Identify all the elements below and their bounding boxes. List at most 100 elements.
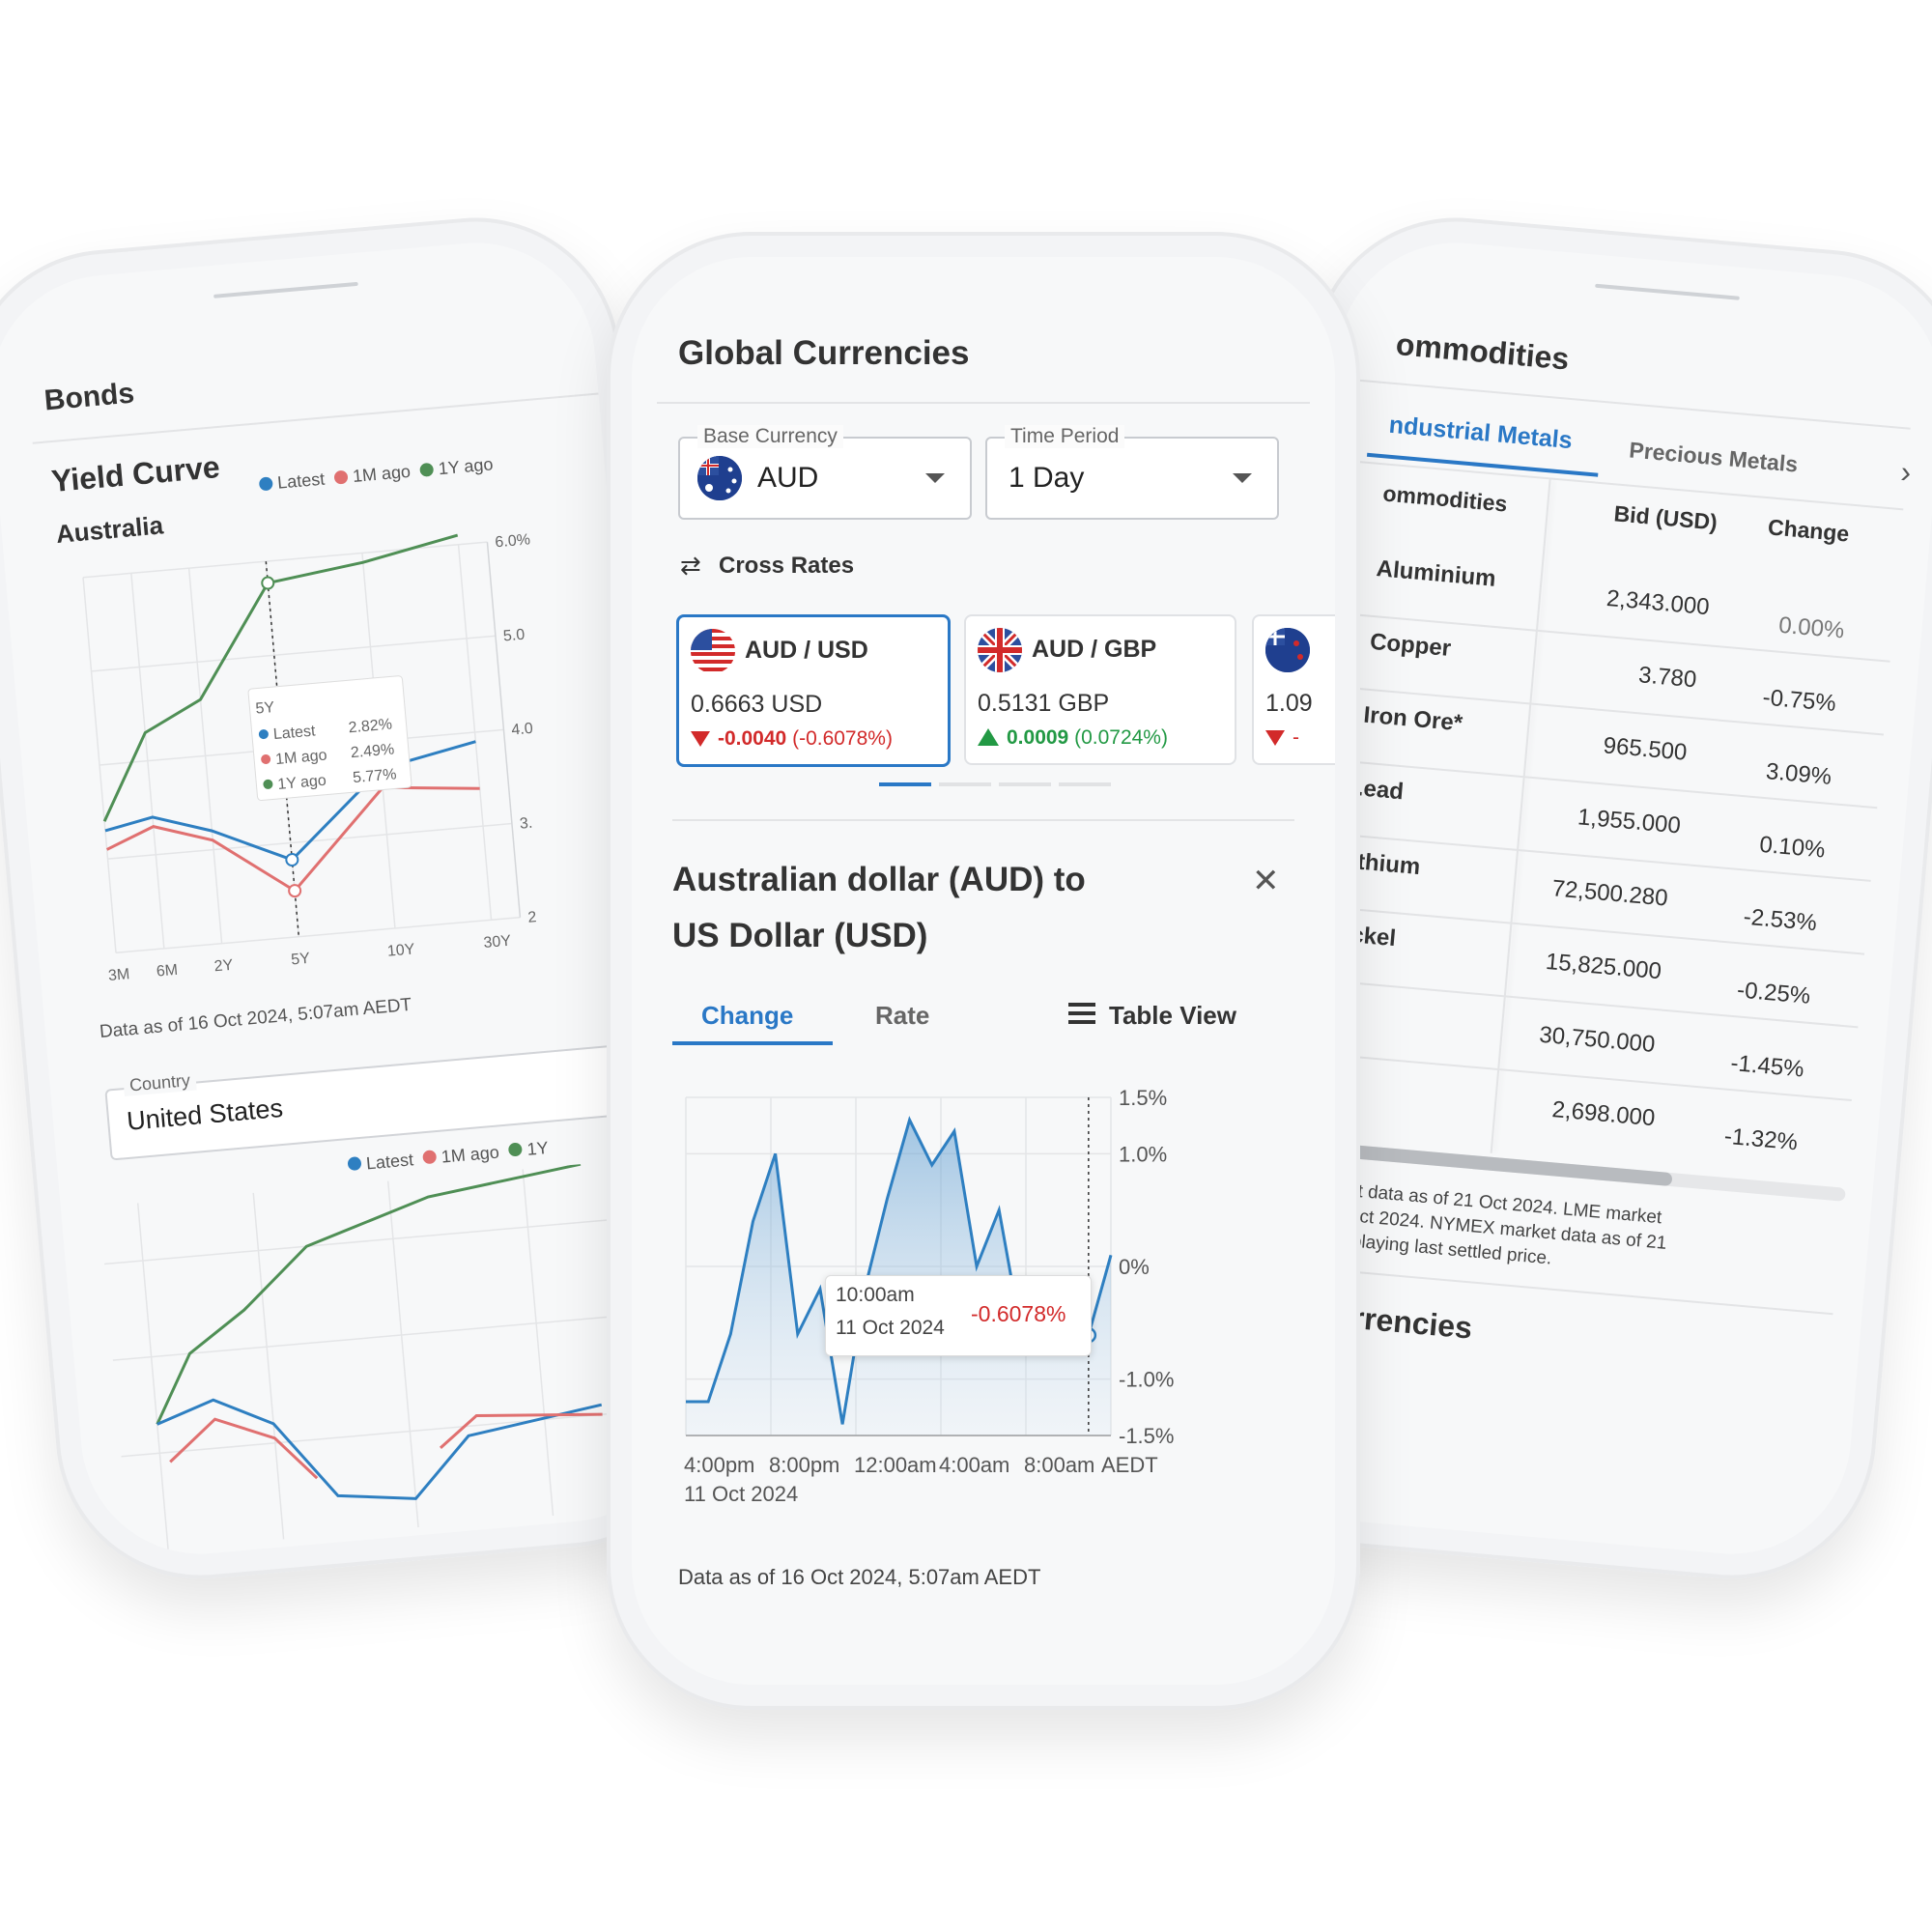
country-select[interactable]: Country United States xyxy=(104,1041,654,1161)
change-pct: (0.0724%) xyxy=(1074,726,1168,749)
col-bid: Bid (USD) xyxy=(1612,500,1719,535)
legend-1m: 1M ago xyxy=(352,461,412,486)
commodity-name[interactable]: Copper xyxy=(1369,629,1452,663)
y-tick-label: 0% xyxy=(1119,1255,1150,1279)
commodity-name[interactable]: .ead xyxy=(1356,775,1405,806)
tab-precious-metals[interactable]: Precious Metals xyxy=(1628,437,1799,477)
x-tick-label: 30Y xyxy=(483,933,512,952)
pair-label: AUD / USD xyxy=(745,637,868,664)
commodity-bid: 3.780 xyxy=(1637,662,1698,694)
pair-rate: 0.5131 GBP xyxy=(978,690,1110,717)
pager-dot-active[interactable] xyxy=(879,782,931,786)
scrollbar-thumb[interactable] xyxy=(1324,1142,1673,1187)
yield-curve-title: Yield Curve xyxy=(49,449,222,499)
commodity-bid: 15,825.000 xyxy=(1544,948,1662,985)
x-tick-label: 6M xyxy=(156,962,179,980)
us-latest-line xyxy=(156,1398,603,1500)
legend-latest: Latest xyxy=(276,469,327,493)
y-tick-label: -1.0% xyxy=(1119,1368,1174,1392)
series-point xyxy=(285,853,299,867)
base-currency-select[interactable]: Base Currency AUD xyxy=(678,425,972,520)
pager-dot[interactable] xyxy=(999,782,1051,786)
commodity-bid: 2,343.000 xyxy=(1605,585,1711,621)
bonds-title: Bonds xyxy=(43,377,136,417)
cross-rate-card[interactable]: AUD / USD 0.6663 USD -0.0040 (-0.6078%) xyxy=(676,614,951,767)
y-tick-label: 1.0% xyxy=(1119,1142,1167,1166)
tooltip-time: 10:00am xyxy=(836,1284,915,1306)
commodity-table: Aluminium 2,343.000 0.00% Copper 3.780 -… xyxy=(1275,233,1932,1155)
time-period-value: 1 Day xyxy=(1009,462,1085,494)
chevron-right-icon[interactable]: › xyxy=(1899,454,1913,491)
y-tick-label: 3. xyxy=(519,815,533,833)
bonds-screen: Bonds Yield Curve Australia Latest 1M ag… xyxy=(0,233,696,1564)
legend2-1y: 1Y xyxy=(526,1138,550,1159)
us-flag-icon xyxy=(691,629,735,673)
y-tick-label: 4.0 xyxy=(511,721,534,739)
close-icon[interactable]: ✕ xyxy=(1252,862,1280,900)
x-tick-label: 8:00am xyxy=(1024,1453,1094,1477)
pager-dot[interactable] xyxy=(1059,782,1111,786)
time-period-select[interactable]: Time Period 1 Day xyxy=(985,425,1279,520)
pair-rate: 1.09 xyxy=(1265,690,1313,717)
bond-tooltip: 5YLatest 2.82%1M ago 2.49%1Y ago 5.77% xyxy=(247,675,412,802)
up-arrow-icon xyxy=(978,728,999,746)
cross-rate-card[interactable]: 1.09 - xyxy=(1252,614,1335,765)
cross-rate-card[interactable]: AUD / GBP 0.5131 GBP 0.0009 (0.0724%) xyxy=(964,614,1236,765)
base-currency-value: AUD xyxy=(757,462,819,494)
tab-change[interactable]: Change xyxy=(701,1001,793,1031)
legend2-1m: 1M ago xyxy=(440,1142,500,1167)
commodities-note: arket data as of 21 Oct 2024. LME market… xyxy=(1317,1177,1670,1282)
table-view-icon[interactable] xyxy=(1068,1003,1095,1024)
legend-1m-dot xyxy=(333,469,349,485)
pair-label: AUD / GBP xyxy=(1032,636,1157,663)
x-tick-label: 10Y xyxy=(386,941,415,959)
commodity-change: -1.45% xyxy=(1729,1050,1805,1083)
y-tick-label: 5.0 xyxy=(502,627,526,645)
au-flag-icon xyxy=(697,456,742,500)
change-abs: - xyxy=(1293,726,1299,749)
base-currency-label: Base Currency xyxy=(697,425,843,448)
table-view-button[interactable]: Table View xyxy=(1109,1001,1236,1031)
commodities-title: ommodities xyxy=(1394,327,1571,377)
commodity-name[interactable]: Aluminium xyxy=(1376,555,1497,593)
y-tick-label: -1.5% xyxy=(1119,1424,1174,1448)
down-arrow-icon xyxy=(1265,730,1285,746)
currencies-data-note: Data as of 16 Oct 2024, 5:07am AEDT xyxy=(678,1565,1041,1589)
change-abs: 0.0009 xyxy=(1007,726,1069,749)
commodity-name[interactable]: ithium xyxy=(1350,848,1421,881)
page-title: Global Currencies xyxy=(678,334,970,372)
divider xyxy=(672,819,1294,821)
x-date-label: 11 Oct 2024 xyxy=(684,1482,798,1506)
commodity-change: -1.32% xyxy=(1722,1122,1799,1156)
commodity-bid: 965.500 xyxy=(1602,732,1689,766)
yield-curve-chart[interactable]: 6.0% 5.0 4.0 3. 2 3M 6M 2Y 5Y 10Y 30Y 5YLatest 2.82%… xyxy=(43,501,661,1013)
tooltip-label: 5Y xyxy=(255,699,275,718)
currencies-phone: Global Currencies Base Currency AUD Time… xyxy=(607,232,1360,1710)
country-label: Country xyxy=(123,1069,197,1097)
commodity-name[interactable]: Iron Ore* xyxy=(1362,702,1463,738)
x-tick-label: 8:00pm xyxy=(769,1453,839,1477)
us-1y-line xyxy=(156,1162,582,1426)
commodity-bid: 72,500.280 xyxy=(1550,875,1669,912)
commodity-bid: 2,698.000 xyxy=(1550,1096,1657,1132)
divider xyxy=(657,402,1310,404)
time-period-label: Time Period xyxy=(1005,425,1125,448)
x-tick-label: 3M xyxy=(107,966,130,984)
grid-line xyxy=(115,916,521,954)
pager-dot[interactable] xyxy=(939,782,991,786)
series-point xyxy=(261,576,275,590)
x-tick-label: 5Y xyxy=(291,951,311,969)
currencies-screen: Global Currencies Base Currency AUD Time… xyxy=(632,257,1335,1685)
x-tick-label: 12:00am xyxy=(854,1453,937,1477)
nz-flag-icon xyxy=(1265,628,1310,672)
col-change: Change xyxy=(1767,514,1851,547)
tab-rate[interactable]: Rate xyxy=(875,1001,929,1031)
y-tick-label: 6.0% xyxy=(495,531,531,551)
speaker-grille xyxy=(213,281,358,298)
x-tick-label: AEDT xyxy=(1101,1453,1158,1477)
tab-industrial-metals[interactable]: ndustrial Metals xyxy=(1388,412,1574,455)
chevron-down-icon xyxy=(925,473,945,483)
change-pct: (-0.6078%) xyxy=(792,727,893,750)
commodity-change: -0.25% xyxy=(1736,977,1812,1009)
detail-title: Australian dollar (AUD) to US Dollar (US… xyxy=(672,852,1086,964)
